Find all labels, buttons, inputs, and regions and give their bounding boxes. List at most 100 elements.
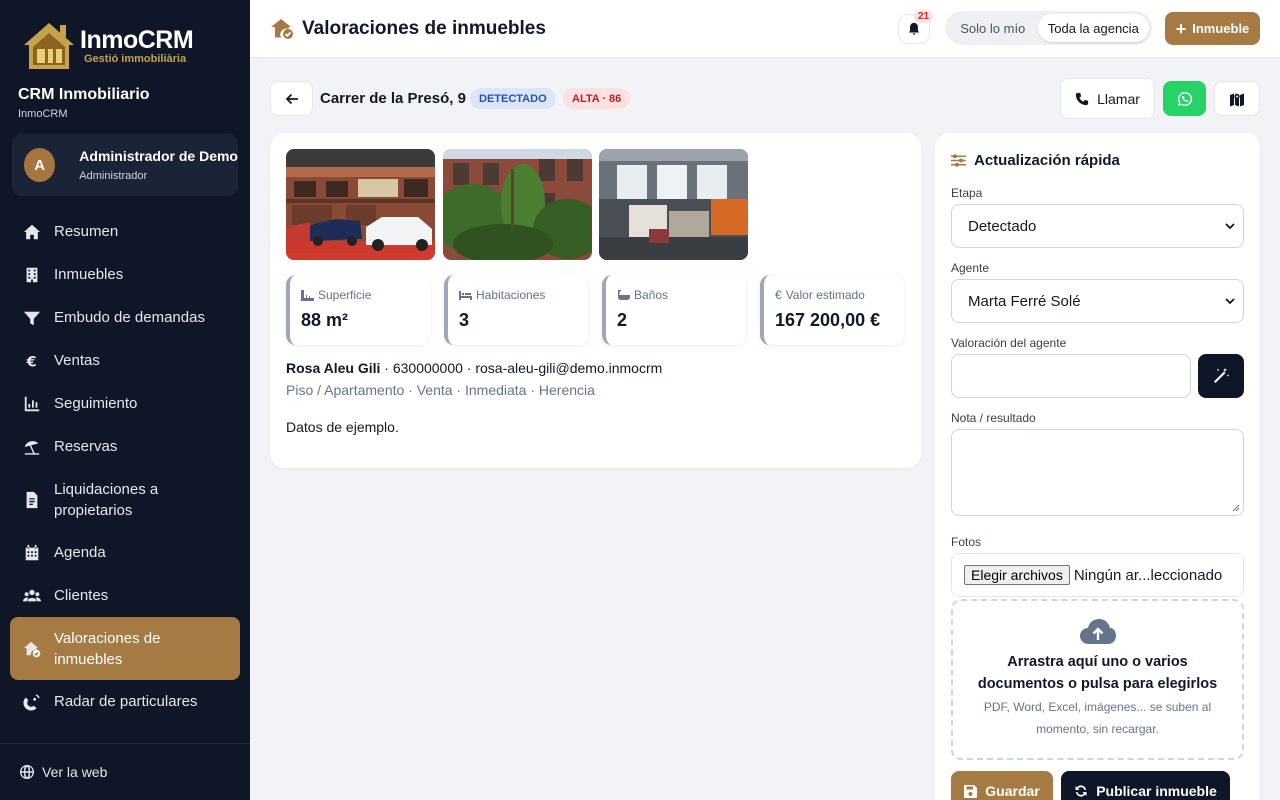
user-role: Administrador — [79, 170, 148, 182]
map-button[interactable] — [1214, 81, 1260, 116]
photos-file-input[interactable]: Elegir archivos Ningún ar...leccionado — [951, 553, 1244, 597]
crm-subtitle: InmoCRM — [18, 108, 68, 120]
resize-grip-icon[interactable] — [1232, 504, 1240, 512]
stat-bathrooms: Baños 2 — [602, 275, 746, 345]
agent-label: Agente — [951, 261, 990, 275]
home-icon — [22, 222, 42, 242]
sync-icon — [1075, 785, 1087, 797]
scope-mine-option[interactable]: Solo lo mío — [948, 14, 1038, 42]
stage-select[interactable]: Detectado — [951, 204, 1244, 248]
sidebar-item-label: Resumen — [54, 223, 119, 240]
publish-label: Publicar inmueble — [1096, 783, 1217, 799]
sidebar-item-label: Ventas — [54, 352, 100, 369]
chevron-down-icon — [1225, 298, 1235, 305]
sidebar-item-embudo[interactable]: Embudo de demandas — [10, 296, 240, 339]
radar-icon — [22, 692, 42, 712]
scope-agency-option[interactable]: Toda la agencia — [1037, 14, 1149, 42]
stat-value: 88 m² — [301, 310, 349, 330]
sidebar-item-label: Agenda — [54, 544, 106, 561]
map-location-icon — [1230, 93, 1244, 106]
globe-icon — [20, 765, 34, 779]
house-check-icon — [22, 639, 42, 659]
user-name: Administrador de Demo — [79, 148, 238, 164]
save-button[interactable]: Guardar — [951, 771, 1053, 800]
stat-value: 167 200,00 € — [775, 310, 881, 330]
sliders-icon — [951, 154, 966, 167]
stat-value: 3 — [459, 310, 470, 330]
cloud-upload-icon — [1080, 619, 1116, 644]
sidebar: InmoCRM Gestió immobiliària CRM Inmobili… — [0, 0, 250, 800]
auto-valuation-button[interactable] — [1198, 354, 1244, 398]
call-button[interactable]: Llamar — [1060, 78, 1155, 119]
magic-wand-icon — [1214, 368, 1230, 383]
stat-value: 2 — [617, 310, 628, 330]
sidebar-nav: Resumen Inmuebles Embudo de demandas € V… — [10, 210, 240, 723]
sidebar-item-label: Embudo de demandas — [54, 309, 205, 326]
phone-icon — [1075, 92, 1089, 105]
house-check-icon — [271, 19, 293, 39]
back-button[interactable] — [270, 81, 313, 116]
brand-name: InmoCRM — [80, 26, 194, 54]
owner-name: Rosa Aleu Gili — [286, 360, 381, 376]
plus-icon: + — [1175, 18, 1187, 39]
agent-select[interactable]: Marta Ferré Solé — [951, 279, 1244, 323]
stat-surface: Superficie 88 m² — [286, 275, 430, 345]
dropzone-subtitle: PDF, Word, Excel, imágenes... se suben a… — [983, 700, 1212, 736]
sidebar-item-resumen[interactable]: Resumen — [10, 210, 240, 253]
dropzone-title: Arrastra aquí uno o varios documentos o … — [977, 654, 1218, 692]
stage-label: Etapa — [951, 186, 983, 200]
property-card: Superficie 88 m² Habitaciones 3 Baños 2 … — [270, 133, 921, 468]
user-card[interactable]: A Administrador de Demo Administrador — [12, 134, 238, 196]
brand-subtitle: Gestió immobiliària — [84, 53, 187, 65]
add-property-button[interactable]: + Inmueble — [1165, 12, 1260, 45]
property-photo[interactable] — [286, 149, 435, 260]
brand[interactable]: InmoCRM Gestió immobiliària — [20, 18, 194, 74]
sidebar-item-label: Inmuebles — [54, 266, 124, 283]
sidebar-item-liquidaciones[interactable]: Liquidaciones a propietarios — [10, 468, 240, 531]
whatsapp-icon — [1177, 91, 1192, 106]
stat-label: Superficie — [318, 288, 372, 302]
sidebar-item-label: Clientes — [54, 587, 109, 604]
arrow-left-icon — [285, 93, 298, 104]
valuation-input[interactable] — [951, 354, 1191, 398]
sidebar-item-reservas[interactable]: Reservas — [10, 425, 240, 468]
property-tags: Piso / Apartamento · Venta · Inmediata ·… — [286, 382, 595, 398]
sidebar-item-valoraciones[interactable]: Valoraciones de inmuebles — [10, 617, 240, 680]
owner-contact: · 630000000 · rosa-aleu-gili@demo.inmocr… — [380, 360, 663, 376]
save-label: Guardar — [985, 783, 1040, 799]
property-photo[interactable] — [443, 149, 592, 260]
choose-files-button[interactable]: Elegir archivos — [964, 565, 1070, 585]
sidebar-item-label: Liquidaciones a propietarios — [54, 480, 159, 519]
whatsapp-button[interactable] — [1163, 81, 1206, 116]
sidebar-item-ventas[interactable]: € Ventas — [10, 339, 240, 382]
view-website-link[interactable]: Ver la web — [0, 743, 250, 800]
sidebar-item-clientes[interactable]: Clientes — [10, 574, 240, 617]
chart-icon — [22, 394, 42, 414]
photos-label: Fotos — [951, 535, 982, 549]
sidebar-item-label: Valoraciones de inmuebles — [54, 629, 161, 668]
sidebar-item-inmuebles[interactable]: Inmuebles — [10, 253, 240, 296]
publish-button[interactable]: Publicar inmueble — [1061, 771, 1230, 800]
crm-title: CRM Inmobiliario — [18, 86, 150, 103]
add-property-label: Inmueble — [1192, 21, 1250, 36]
invoice-icon — [22, 490, 42, 510]
notifications-button[interactable]: 21 — [898, 10, 934, 44]
sidebar-item-agenda[interactable]: Agenda — [10, 531, 240, 574]
euro-icon: € — [22, 351, 42, 371]
users-icon — [22, 586, 42, 606]
funnel-icon — [22, 308, 42, 328]
bed-icon — [459, 290, 472, 300]
view-website-label: Ver la web — [42, 764, 108, 780]
sidebar-item-radar[interactable]: Radar de particulares — [10, 680, 240, 723]
owner-line: Rosa Aleu Gili · 630000000 · rosa-aleu-g… — [286, 360, 662, 376]
page-title: Valoraciones de inmuebles — [302, 18, 546, 39]
stat-rooms: Habitaciones 3 — [444, 275, 588, 345]
scope-toggle: Solo lo mío Toda la agencia — [945, 11, 1152, 45]
agent-select-value: Marta Ferré Solé — [968, 292, 1081, 310]
property-photo[interactable] — [599, 149, 748, 260]
note-textarea[interactable] — [951, 429, 1244, 516]
upload-dropzone[interactable]: Arrastra aquí uno o varios documentos o … — [951, 599, 1244, 760]
svg-text:€: € — [26, 354, 37, 370]
valuation-label: Valoración del agente — [951, 336, 1067, 350]
sidebar-item-seguimiento[interactable]: Seguimiento — [10, 382, 240, 425]
